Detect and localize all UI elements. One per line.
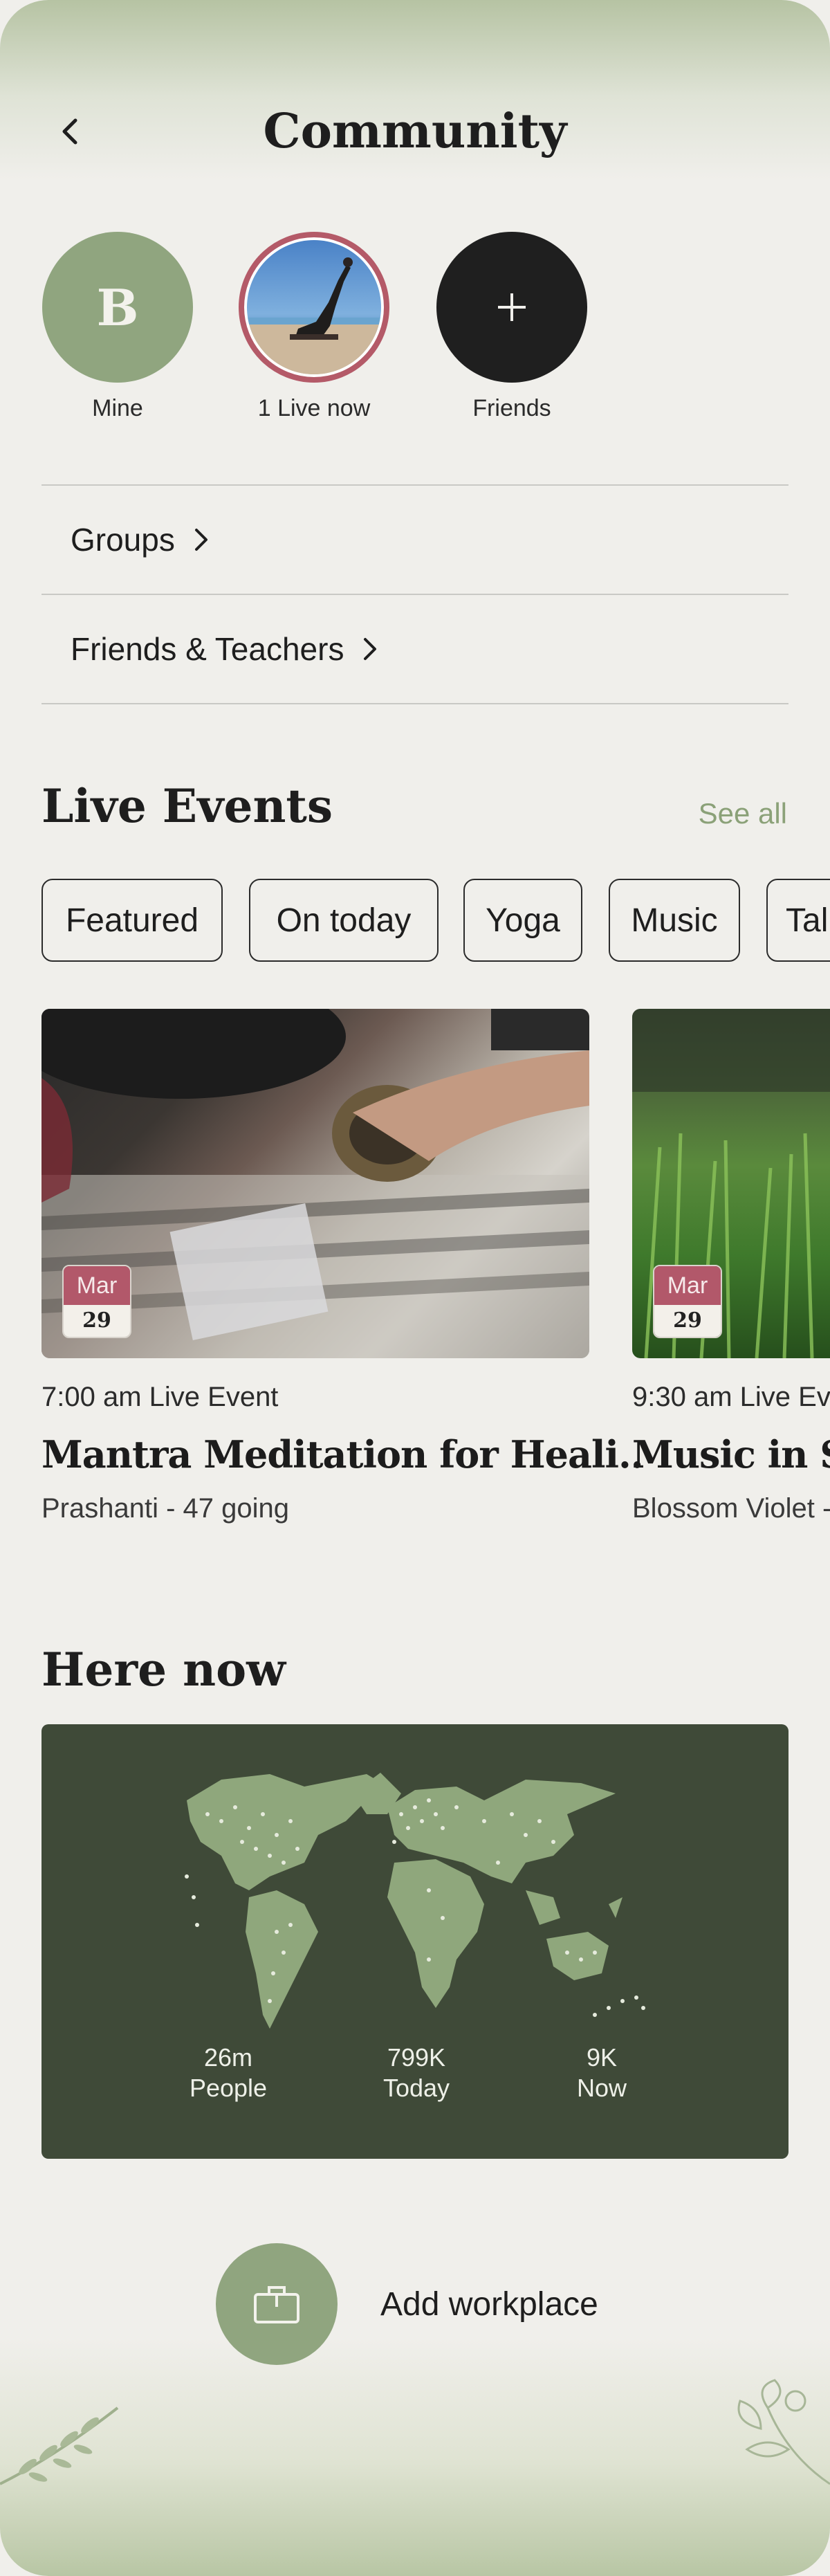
event-meta: Blossom Violet - <box>632 1493 830 1524</box>
date-badge: Mar 29 <box>653 1265 722 1338</box>
date-day: 29 <box>654 1305 721 1337</box>
event-card[interactable]: Mar 29 9:30 am Live Ev Music in Sl Bloss… <box>632 1009 830 1524</box>
add-friend-button[interactable] <box>436 232 587 383</box>
plus-icon <box>498 293 526 321</box>
filter-chips: Featured On today Yoga Music Tal <box>42 879 830 963</box>
event-image: Mar 29 <box>632 1009 830 1358</box>
avatar[interactable]: B <box>42 232 193 383</box>
event-meta: Prashanti - 47 going <box>42 1493 290 1524</box>
stat-label: Today <box>382 2074 450 2102</box>
app-screen: Community B Mine 1 Live now Friends Grou… <box>0 0 830 2576</box>
stat-people: 26m People <box>152 2043 304 2103</box>
date-day: 29 <box>64 1305 130 1337</box>
add-workplace-button[interactable]: Add workplace <box>216 2243 598 2365</box>
stat-today: 799K Today <box>340 2043 492 2103</box>
briefcase-icon <box>216 2243 338 2365</box>
stat-now: 9K Now <box>526 2043 678 2103</box>
nav-groups[interactable]: Groups <box>42 486 788 594</box>
event-image: Mar 29 <box>42 1009 589 1358</box>
leaf-decoration-left <box>0 2406 119 2485</box>
stat-value: 9K <box>586 2043 618 2072</box>
nav-friends-teachers[interactable]: Friends & Teachers <box>42 595 788 703</box>
stat-value: 26m <box>203 2043 253 2072</box>
avatar-initial: B <box>96 277 139 337</box>
story-label-friends: Friends <box>472 395 551 421</box>
nav-groups-label: Groups <box>71 522 175 558</box>
chevron-right-icon <box>193 526 210 554</box>
event-time: 9:30 am Live Ev <box>632 1382 830 1412</box>
nav-friends-teachers-label: Friends & Teachers <box>71 631 344 667</box>
live-events-title: Live Events <box>42 779 333 833</box>
date-badge: Mar 29 <box>62 1265 131 1338</box>
events-carousel: Mar 29 7:00 am Live Event Mantra Meditat… <box>42 1009 830 1562</box>
world-map-card[interactable]: 26m People 799K Today 9K Now <box>42 1724 788 2159</box>
event-title: Mantra Meditation for Heali.. <box>42 1432 644 1477</box>
chevron-right-icon <box>362 635 378 663</box>
header: Community <box>0 97 830 166</box>
event-title: Music in Sl <box>632 1432 830 1477</box>
here-now-title: Here now <box>42 1643 286 1697</box>
date-month: Mar <box>654 1266 721 1305</box>
story-mine[interactable]: B Mine <box>42 232 194 422</box>
chip-featured[interactable]: Featured <box>42 879 223 962</box>
event-time: 7:00 am Live Event <box>42 1382 279 1412</box>
story-label-live: 1 Live now <box>257 395 371 421</box>
live-avatar[interactable] <box>239 232 389 383</box>
chip-on-today[interactable]: On today <box>249 879 439 962</box>
chip-yoga[interactable]: Yoga <box>463 879 582 962</box>
flower-decoration-right <box>737 2379 830 2485</box>
story-label-mine: Mine <box>92 395 143 421</box>
divider <box>42 703 788 704</box>
story-live-now[interactable]: 1 Live now <box>238 232 390 422</box>
chip-music[interactable]: Music <box>609 879 740 962</box>
stat-value: 799K <box>387 2043 446 2072</box>
stories-row: B Mine 1 Live now Friends <box>42 232 788 426</box>
story-friends[interactable]: Friends <box>436 232 588 422</box>
see-all-link[interactable]: See all <box>699 797 787 830</box>
page-title: Community <box>263 104 567 159</box>
chip-talks[interactable]: Tal <box>766 879 830 962</box>
live-photo <box>247 240 381 374</box>
stat-label: People <box>189 2074 268 2102</box>
event-card[interactable]: Mar 29 7:00 am Live Event Mantra Meditat… <box>42 1009 644 1524</box>
stat-label: Now <box>576 2074 627 2102</box>
date-month: Mar <box>64 1266 130 1305</box>
add-workplace-label: Add workplace <box>380 2285 598 2323</box>
